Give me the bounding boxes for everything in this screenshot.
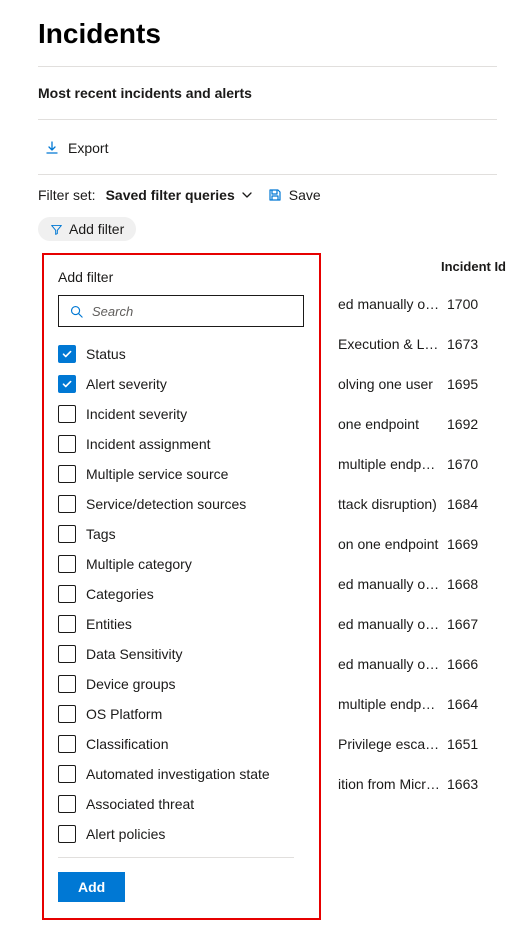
checkbox[interactable] [58, 615, 76, 633]
filter-option[interactable]: OS Platform [58, 699, 294, 729]
add-filter-chip-label: Add filter [69, 221, 124, 237]
filter-option[interactable]: Service/detection sources [58, 489, 294, 519]
checkbox[interactable] [58, 765, 76, 783]
incident-id-cell: 1695 [441, 376, 517, 392]
checkbox[interactable] [58, 705, 76, 723]
filter-option-label: Automated investigation state [86, 766, 270, 782]
incident-id-cell: 1669 [441, 536, 517, 552]
checkbox[interactable] [58, 675, 76, 693]
checkbox[interactable] [58, 825, 76, 843]
filter-option[interactable]: Categories [58, 579, 294, 609]
incident-id-cell: 1667 [441, 616, 517, 632]
checkbox[interactable] [58, 795, 76, 813]
checkbox[interactable] [58, 525, 76, 543]
search-icon [69, 304, 84, 319]
filter-option[interactable]: Alert policies [58, 819, 294, 849]
filter-option[interactable]: Status [58, 339, 294, 369]
filter-option-label: Multiple service source [86, 466, 228, 482]
filter-bar: Filter set: Saved filter queries Save [38, 175, 497, 217]
filter-option-label: Status [86, 346, 126, 362]
filter-set-label: Filter set: [38, 187, 96, 203]
filter-option-label: Data Sensitivity [86, 646, 182, 662]
filter-option-label: Alert policies [86, 826, 165, 842]
incident-id-cell: 1673 [441, 336, 517, 352]
section-subtitle: Most recent incidents and alerts [38, 67, 497, 119]
toolbar: Export [38, 120, 497, 174]
checkbox[interactable] [58, 345, 76, 363]
checkbox[interactable] [58, 555, 76, 573]
search-input[interactable] [92, 304, 293, 319]
filter-option[interactable]: Classification [58, 729, 294, 759]
page-title: Incidents [38, 0, 497, 66]
filter-option[interactable]: Device groups [58, 669, 294, 699]
incident-id-cell: 1664 [441, 696, 517, 712]
filter-option-label: Tags [86, 526, 116, 542]
filter-option-label: Device groups [86, 676, 176, 692]
filter-option[interactable]: Alert severity [58, 369, 294, 399]
chevron-down-icon [241, 189, 253, 201]
checkbox[interactable] [58, 375, 76, 393]
filter-set-selected: Saved filter queries [106, 187, 235, 203]
incident-id-cell: 1668 [441, 576, 517, 592]
filter-option-label: Associated threat [86, 796, 194, 812]
filter-option-label: Entities [86, 616, 132, 632]
search-box[interactable] [58, 295, 304, 327]
col-header-id[interactable]: Incident Id [441, 259, 517, 274]
filter-option-label: Service/detection sources [86, 496, 246, 512]
incident-id-cell: 1663 [441, 776, 517, 792]
filter-option-label: Alert severity [86, 376, 167, 392]
incident-id-cell: 1700 [441, 296, 517, 312]
add-filter-popover: Add filter Status Alert severity Incident … [42, 253, 321, 920]
filter-option-label: Incident severity [86, 406, 187, 422]
filter-option[interactable]: Entities [58, 609, 294, 639]
checkbox[interactable] [58, 495, 76, 513]
filter-option-label: Classification [86, 736, 168, 752]
save-button[interactable]: Save [267, 187, 321, 203]
checkbox[interactable] [58, 585, 76, 603]
incident-id-cell: 1651 [441, 736, 517, 752]
incident-id-cell: 1684 [441, 496, 517, 512]
popover-title: Add filter [58, 269, 309, 285]
incident-id-cell: 1666 [441, 656, 517, 672]
save-icon [267, 187, 283, 203]
filter-option-label: Categories [86, 586, 154, 602]
filter-set-dropdown[interactable]: Saved filter queries [106, 187, 253, 203]
filter-option-label: Multiple category [86, 556, 192, 572]
checkbox[interactable] [58, 435, 76, 453]
checkbox[interactable] [58, 645, 76, 663]
incident-id-cell: 1670 [441, 456, 517, 472]
add-button[interactable]: Add [58, 872, 125, 902]
export-button[interactable]: Export [38, 136, 114, 160]
incident-id-cell: 1692 [441, 416, 517, 432]
checkbox[interactable] [58, 405, 76, 423]
filter-option[interactable]: Incident assignment [58, 429, 294, 459]
filter-option[interactable]: Automated investigation state [58, 759, 294, 789]
filter-option-label: Incident assignment [86, 436, 211, 452]
filter-option[interactable]: Incident severity [58, 399, 294, 429]
filter-option[interactable]: Associated threat [58, 789, 294, 819]
filter-list: Status Alert severity Incident severity Inc… [58, 339, 294, 858]
filter-option[interactable]: Data Sensitivity [58, 639, 294, 669]
checkbox[interactable] [58, 735, 76, 753]
export-label: Export [68, 140, 108, 156]
checkbox[interactable] [58, 465, 76, 483]
filter-option-label: OS Platform [86, 706, 162, 722]
filter-option[interactable]: Multiple category [58, 549, 294, 579]
filter-option[interactable]: Tags [58, 519, 294, 549]
filter-icon [50, 223, 63, 236]
filter-option[interactable]: Multiple service source [58, 459, 294, 489]
add-filter-chip[interactable]: Add filter [38, 217, 136, 241]
download-icon [44, 140, 60, 156]
save-label: Save [289, 187, 321, 203]
